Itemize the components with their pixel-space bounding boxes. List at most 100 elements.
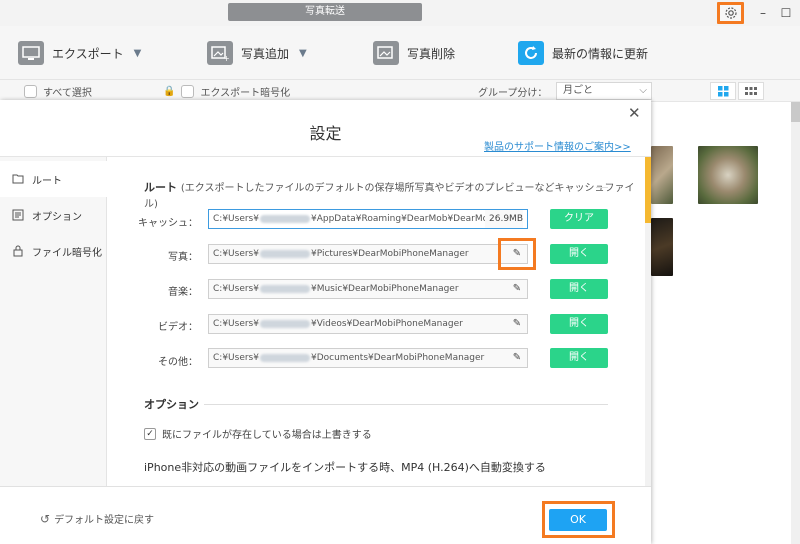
overwrite-label: 既にファイルが存在している場合は上書きする [162, 430, 372, 441]
divider [204, 404, 608, 405]
redacted-username [259, 284, 310, 293]
sidebar-item-file-encryption[interactable]: ファイル暗号化 [0, 233, 107, 269]
redacted-username [259, 249, 310, 258]
photo-thumbnail[interactable] [698, 146, 758, 204]
music-label: 音楽： [168, 287, 198, 298]
cache-path-field[interactable]: C:¥Users¥ ¥AppData¥Roaming¥DearMob¥DearMo… [208, 209, 528, 229]
open-video-folder-button[interactable]: 開く [550, 314, 608, 334]
checkbox[interactable] [24, 85, 37, 98]
content-scrollbar-thumb[interactable] [645, 157, 651, 223]
export-encrypt-label: エクスポート暗号化 [200, 88, 291, 99]
group-by-value: 月ごと [563, 85, 593, 96]
main-scrollbar[interactable] [791, 102, 800, 544]
photo-thumbnail[interactable] [651, 146, 673, 204]
open-music-folder-button[interactable]: 開く [550, 279, 608, 299]
gear-icon [724, 7, 737, 19]
overwrite-checkbox[interactable]: ✓ [144, 427, 156, 440]
delete-photo-label: 写真削除 [407, 46, 456, 61]
settings-dialog: 設定 ✕ 製品のサポート情報のご案内>> ルート オプション ファイル暗号化 ル… [0, 100, 651, 544]
add-photo-label: 写真追加 [241, 46, 290, 61]
edit-path-button[interactable]: ✎ [509, 316, 525, 332]
select-all-label: すべて選択 [43, 88, 92, 99]
route-heading: ルート [144, 181, 177, 194]
lock-icon [13, 245, 23, 257]
other-path-field[interactable]: C:¥Users¥ ¥Documents¥DearMobiPhoneManager… [208, 348, 528, 368]
group-by-select[interactable]: 月ごと ⌵ [556, 82, 652, 100]
check-icon: ✓ [146, 428, 154, 439]
path-prefix: C:¥Users¥ [213, 353, 259, 363]
minimize-button[interactable]: – [752, 4, 774, 22]
sidebar-item-label: オプション [32, 211, 82, 223]
highlight-box [498, 238, 536, 270]
close-icon[interactable]: ✕ [628, 104, 641, 122]
photo-path-field[interactable]: C:¥Users¥ ¥Pictures¥DearMobiPhoneManager … [208, 244, 528, 264]
sidebar-item-label: ファイル暗号化 [32, 247, 102, 259]
sidebar-item-route[interactable]: ルート [0, 161, 108, 197]
chevron-down-icon: ⌵ [639, 85, 647, 96]
grid-large-view-button[interactable] [710, 82, 736, 100]
checkbox[interactable] [181, 85, 195, 98]
add-photo-icon: + [207, 41, 233, 65]
photo-thumbnail[interactable] [651, 218, 673, 276]
delete-photo-icon [373, 41, 399, 65]
delete-photo-button[interactable]: 写真削除 [373, 40, 455, 66]
main-scrollbar-thumb[interactable] [791, 102, 800, 122]
cache-size: 26.9MB [485, 210, 523, 228]
settings-sidebar: ルート オプション ファイル暗号化 [0, 157, 108, 486]
other-label: その他： [158, 357, 198, 368]
pencil-icon: ✎ [512, 352, 522, 363]
settings-button[interactable] [717, 2, 744, 24]
chevron-down-icon[interactable]: ▼ [299, 48, 307, 59]
restore-default-button[interactable]: ↺ デフォルト設定に戻す [40, 511, 155, 527]
export-label: エクスポート [52, 46, 124, 61]
ok-button[interactable]: OK [549, 509, 607, 531]
refresh-icon [518, 41, 544, 65]
grid-small-icon [745, 86, 757, 95]
path-suffix: ¥AppData¥Roaming¥DearMob¥DearMobi… [310, 214, 506, 224]
path-prefix: C:¥Users¥ [213, 249, 259, 259]
redacted-username [259, 319, 310, 328]
toolbar: エクスポート ▼ + 写真追加 ▼ 写真削除 最新の情報に更新 [0, 26, 800, 80]
convert-description: iPhone非対応の動画ファイルをインポートする時、MP4 (H.264)へ自動… [144, 461, 546, 474]
photo-label: 写真： [168, 252, 198, 263]
refresh-button[interactable]: 最新の情報に更新 [518, 40, 648, 66]
divider [596, 187, 608, 188]
export-button[interactable]: エクスポート ▼ [18, 40, 141, 66]
clear-cache-button[interactable]: クリア [550, 209, 608, 229]
export-icon [18, 41, 44, 65]
path-suffix: ¥Music¥DearMobiPhoneManager [310, 284, 459, 294]
pencil-icon: ✎ [512, 318, 522, 329]
edit-path-button[interactable]: ✎ [509, 350, 525, 366]
dialog-footer: ↺ デフォルト設定に戻す OK [0, 486, 651, 544]
overwrite-checkbox-row[interactable]: ✓ 既にファイルが存在している場合は上書きする [144, 426, 372, 441]
redacted-username [259, 214, 310, 223]
path-suffix: ¥Videos¥DearMobiPhoneManager [310, 319, 463, 329]
option-section-heading: オプション [144, 398, 199, 411]
open-photo-folder-button[interactable]: 開く [550, 244, 608, 264]
path-suffix: ¥Pictures¥DearMobiPhoneManager [310, 249, 469, 259]
music-path-field[interactable]: C:¥Users¥ ¥Music¥DearMobiPhoneManager ✎ [208, 279, 528, 299]
add-photo-button[interactable]: + 写真追加 ▼ [207, 40, 307, 66]
restore-default-label: デフォルト設定に戻す [54, 515, 155, 526]
pencil-icon: ✎ [512, 283, 522, 294]
refresh-label: 最新の情報に更新 [552, 46, 649, 61]
maximize-button[interactable]: ☐ [775, 4, 797, 22]
open-other-folder-button[interactable]: 開く [550, 348, 608, 368]
edit-path-button[interactable]: ✎ [509, 281, 525, 297]
support-link[interactable]: 製品のサポート情報のご案内>> [484, 138, 631, 153]
sidebar-item-options[interactable]: オプション [0, 197, 107, 233]
chevron-down-icon[interactable]: ▼ [134, 48, 142, 59]
grid-icon [717, 85, 728, 96]
grid-small-view-button[interactable] [738, 82, 764, 100]
path-prefix: C:¥Users¥ [213, 214, 259, 224]
select-all-checkbox[interactable]: すべて選択 [24, 84, 92, 99]
selection-bar: すべて選択 🔒 エクスポート暗号化 グループ分け： 月ごと ⌵ [0, 80, 800, 102]
options-icon [12, 209, 24, 221]
cache-label: キャッシュ： [138, 218, 198, 229]
undo-icon: ↺ [40, 511, 51, 526]
video-path-field[interactable]: C:¥Users¥ ¥Videos¥DearMobiPhoneManager ✎ [208, 314, 528, 334]
route-subheading: (エクスポートしたファイルのデフォルトの保存場所写真やビデオのプレビューなどキャ… [144, 183, 635, 210]
settings-content: ルート (エクスポートしたファイルのデフォルトの保存場所写真やビデオのプレビュー… [108, 157, 645, 486]
export-encrypt-checkbox[interactable]: 🔒 エクスポート暗号化 [163, 84, 290, 99]
path-suffix: ¥Documents¥DearMobiPhoneManager [310, 353, 485, 363]
